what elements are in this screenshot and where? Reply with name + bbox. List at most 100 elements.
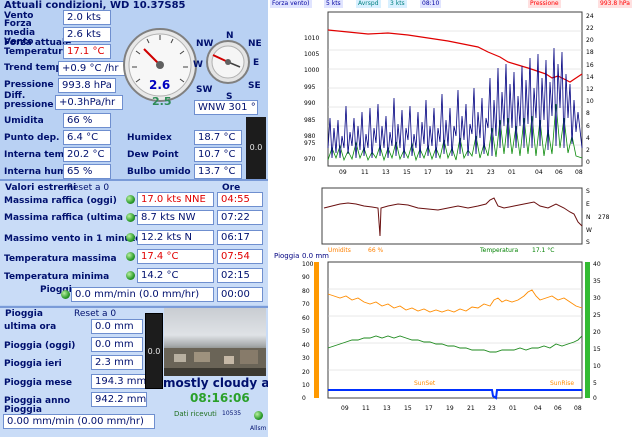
tick-h-70: 70 [302, 301, 310, 308]
tick-bt-06: 06 [554, 405, 562, 412]
tick-p-985: 985 [304, 117, 316, 124]
ext-dot-2[interactable] [126, 233, 135, 242]
rain-title: Pioggia [5, 309, 43, 319]
top-legend-6: 993.8 hPa [598, 0, 632, 8]
alarm-label[interactable]: Allsm [250, 424, 266, 434]
tick-c-20: 20 [593, 329, 601, 336]
ext-dot-1[interactable] [126, 213, 135, 222]
alarm-indicator[interactable] [254, 411, 263, 420]
tick-dir-w: W [586, 227, 592, 234]
tick-t-23: 23 [487, 169, 495, 176]
top-legend-4: 08:10 [420, 0, 442, 8]
rain-condition: mostly cloudy an [163, 376, 278, 390]
rain-side-box: 0.0 [145, 313, 163, 389]
webcam-image[interactable] [164, 308, 266, 376]
ext-value-4: 14.2 °C [137, 268, 214, 283]
top-legend-5: Pressione [528, 0, 561, 8]
speed-gauge-sub: 2.5 [152, 95, 172, 108]
ext-label-3: Temperatura massima [4, 254, 117, 264]
tick-w-20: 20 [586, 37, 594, 44]
speed-gauge-value: 2.6 [149, 78, 171, 92]
label-dewpoint: Dew Point [127, 150, 179, 160]
label-wetbulb: Bulbo umido [127, 167, 191, 177]
top-time-ticks: 09 11 13 15 17 19 21 23 01 04 06 08 [268, 170, 640, 178]
tick-w-0: 0 [586, 159, 590, 166]
ext-dot-0[interactable] [126, 195, 135, 204]
value-umidita: 66 % [63, 113, 111, 128]
value-interna-hum: 65 % [63, 164, 111, 179]
ext-value-3: 17.4 °C [137, 249, 214, 264]
top-legend-0: Forza vento) [270, 0, 312, 8]
tick-w-22: 22 [586, 25, 594, 32]
tick-w-16: 16 [586, 62, 594, 69]
bottom-legend-4: Temperatura [480, 247, 519, 254]
tick-bt-17: 17 [425, 405, 433, 412]
value-vento: 2.0 kts [63, 10, 111, 25]
ext-time-2: 06:17 [217, 230, 263, 245]
bottom-legend-5: 17.1 °C [532, 247, 555, 254]
tick-bt-23: 23 [488, 405, 496, 412]
label-temperatura: Temperatura [4, 47, 69, 57]
label-diff-pressione: Diff. pressione [4, 91, 54, 110]
tick-dir-e: E [586, 201, 590, 208]
tick-bt-09: 09 [341, 405, 349, 412]
tick-w-24: 24 [586, 13, 594, 20]
value-direction: WNW 301 ° [194, 100, 258, 115]
value-pressione: 993.8 hPa [58, 78, 116, 93]
tick-dir-s1: S [586, 188, 590, 195]
label-humidex: Humidex [127, 133, 172, 143]
value-temperatura: 17.1 °C [63, 44, 111, 59]
tick-h-20: 20 [302, 369, 310, 376]
tick-t-11: 11 [361, 169, 369, 176]
rain-label-2: Pioggia ieri [4, 359, 62, 369]
ext-value-0: 17.0 kts NNE [137, 192, 214, 207]
left-panel: Attuali condizioni, WD 10.37S85 Vento Fo… [0, 0, 278, 437]
ext-time-5: 00:00 [217, 287, 263, 302]
ext-label-2: Massimo vento in 1 minuto [4, 234, 142, 244]
ext-dot-4[interactable] [126, 271, 135, 280]
ext-dot-3[interactable] [126, 252, 135, 261]
tick-c-15: 15 [593, 346, 601, 353]
tick-t-04: 04 [535, 169, 543, 176]
ext-value-5: 0.0 mm/min (0.0 mm/hr) [71, 287, 214, 302]
rain-data-count: 10535 [222, 410, 242, 417]
extremes-reset[interactable]: Reset a 0 [67, 183, 109, 193]
sunrise-label: SunRise [550, 380, 575, 387]
tick-bt-01: 01 [509, 405, 517, 412]
ext-dot-5[interactable] [61, 290, 70, 299]
tick-t-06: 06 [555, 169, 563, 176]
tick-t-09: 09 [339, 169, 347, 176]
value-dewpoint: 10.7 °C [194, 147, 242, 162]
top-legend-2: Avrspd [356, 0, 381, 8]
compass-sw: SW [196, 85, 213, 95]
rain-reset[interactable]: Reset a 0 [74, 309, 116, 319]
tick-t-21: 21 [466, 169, 474, 176]
ext-time-4: 02:15 [217, 268, 263, 283]
compass-se: SE [248, 81, 261, 91]
current-side-value: 0.0 [249, 143, 263, 152]
rain-label-0: ultima ora [4, 322, 57, 332]
rain-clock: 08:16:06 [190, 391, 250, 405]
tick-bt-19: 19 [446, 405, 454, 412]
value-trend-temp: +0.9 °C /hr [58, 61, 126, 76]
top-legend-3: 3 kts [388, 0, 407, 8]
rain-value-3: 194.3 mm [91, 374, 147, 389]
tick-h-10: 10 [302, 382, 310, 389]
value-interna-temp: 20.2 °C [63, 147, 111, 162]
rain-data-label: Dati ricevuti [174, 410, 217, 418]
label-pressione: Pressione [4, 80, 54, 90]
tick-t-13: 13 [382, 169, 390, 176]
tick-bt-13: 13 [383, 405, 391, 412]
ext-value-1: 8.7 kts NW [137, 210, 214, 225]
top-legend-1: 5 kts [324, 0, 343, 8]
rain-value-4: 942.2 mm [91, 392, 147, 407]
tick-c-40: 40 [593, 261, 601, 268]
tick-c-35: 35 [593, 278, 601, 285]
tick-c-25: 25 [593, 312, 601, 319]
rain-rate-value: 0.00 mm/min (0.00 mm/hr) [3, 414, 155, 429]
ext-label-0: Massima raffica (oggi) [4, 196, 117, 206]
ext-value-2: 12.2 kts N [137, 230, 214, 245]
tick-p-975: 975 [304, 140, 316, 147]
bottom-legend-3: 66 % [368, 247, 384, 254]
compass-ne: NE [248, 39, 262, 49]
